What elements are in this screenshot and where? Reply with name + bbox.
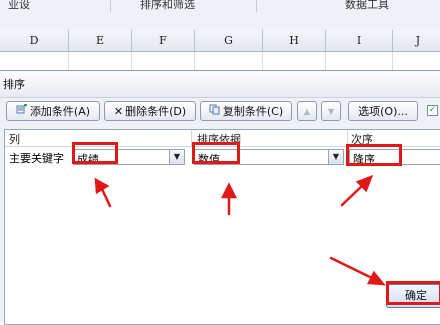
header-column: 列 [9, 133, 20, 146]
dialog-titlebar[interactable]: 排序 [0, 71, 440, 98]
options-label: 选项(O)... [358, 105, 408, 118]
dialog-toolbar: 添加条件(A) ✕ 删除条件(D) 复制条件(C) ▲ ▼ 选项(O)... ✓ [0, 101, 440, 127]
primary-key-label: 主要关键字 [9, 152, 64, 165]
add-condition-label: 添加条件(A) [29, 105, 91, 118]
copy-icon [209, 104, 221, 118]
arrow-down-icon: ▼ [327, 106, 335, 116]
ribbon-group-label: 排序和筛选 [140, 0, 195, 11]
annotation-box-column [72, 142, 118, 164]
delete-x-icon: ✕ [113, 104, 124, 118]
annotation-box-order [346, 144, 402, 166]
delete-condition-label: 删除条件(D) [125, 105, 187, 118]
annotation-box-sort-on [192, 142, 240, 164]
column-header-e[interactable]: E [69, 30, 132, 51]
delete-condition-button[interactable]: ✕ 删除条件(D) [104, 101, 196, 121]
column-header-j[interactable]: J [393, 30, 440, 51]
data-has-headers-checkbox[interactable]: ✓ [427, 105, 438, 116]
sheet-grid[interactable] [0, 52, 440, 72]
column-header-d[interactable]: D [0, 30, 69, 51]
annotation-box-ok [386, 281, 440, 305]
ribbon-group-label: 数据工具 [345, 0, 389, 11]
ribbon-group-strip: 业设 排序和筛选 数据工具 [0, 0, 440, 31]
column-header-i[interactable]: I [326, 30, 393, 51]
move-down-button[interactable]: ▼ [321, 101, 341, 121]
add-level-icon [16, 103, 28, 118]
move-up-button[interactable]: ▲ [297, 101, 317, 121]
dialog-title: 排序 [3, 78, 25, 91]
column-header-g[interactable]: G [195, 30, 263, 51]
chevron-down-icon[interactable]: ▼ [169, 150, 184, 164]
copy-condition-label: 复制条件(C) [222, 105, 284, 118]
copy-condition-button[interactable]: 复制条件(C) [200, 101, 292, 121]
chevron-down-icon[interactable]: ▼ [328, 150, 343, 164]
ribbon-separator [256, 0, 257, 12]
column-header-f[interactable]: F [132, 30, 195, 51]
column-header-h[interactable]: H [263, 30, 326, 51]
sort-dialog: 排序 添加条件(A) ✕ 删除条件(D) 复制条件(C) ▲ ▼ 选项(O)..… [0, 70, 440, 325]
options-button[interactable]: 选项(O)... [348, 101, 418, 121]
column-header-row: D E F G H I J [0, 30, 440, 52]
ribbon-separator [110, 0, 111, 12]
add-condition-button[interactable]: 添加条件(A) [6, 101, 100, 121]
ribbon-group-label: 业设 [8, 0, 30, 11]
arrow-up-icon: ▲ [303, 106, 311, 116]
